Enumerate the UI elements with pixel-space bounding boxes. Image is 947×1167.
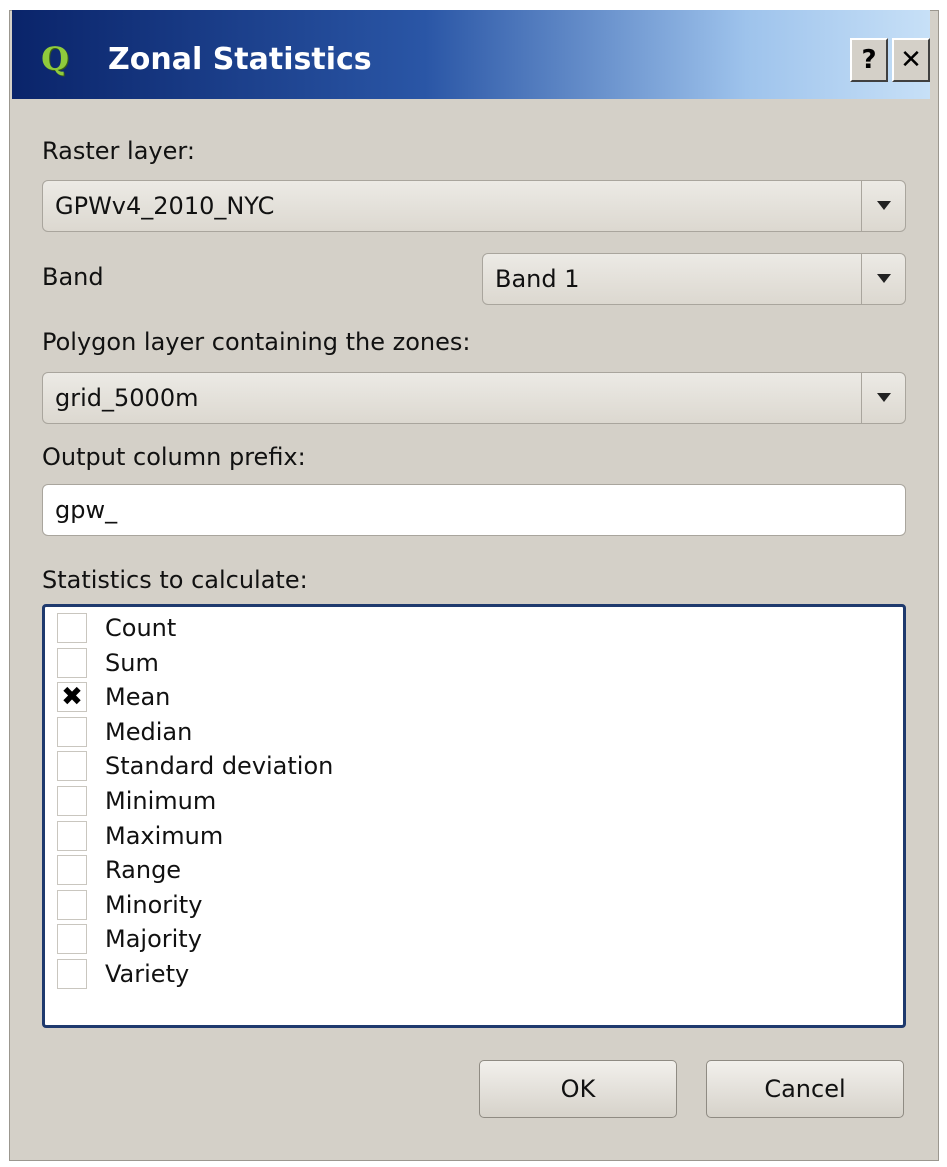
list-item-label: Median (105, 717, 193, 746)
raster-layer-combo[interactable]: GPWv4_2010_NYC (42, 180, 906, 232)
checkbox[interactable] (57, 855, 87, 886)
list-item-median[interactable]: Median (55, 715, 655, 749)
list-item-maximum[interactable]: Maximum (55, 819, 655, 853)
window-title: Zonal Statistics (108, 42, 372, 77)
close-button[interactable]: ✕ (892, 38, 930, 82)
polygon-layer-label: Polygon layer containing the zones: (42, 328, 471, 356)
band-value: Band 1 (495, 265, 580, 293)
list-item-label: Minority (105, 890, 203, 919)
chevron-down-icon[interactable] (861, 254, 905, 304)
list-item-label: Count (105, 614, 177, 642)
checkbox[interactable] (57, 820, 87, 851)
chevron-down-icon[interactable] (861, 181, 905, 231)
checkbox[interactable] (57, 613, 87, 643)
chevron-down-icon[interactable] (861, 373, 905, 423)
list-item-minority[interactable]: Minority (55, 888, 655, 922)
list-item-minimum[interactable]: Minimum (55, 784, 655, 818)
list-item-label: Maximum (105, 821, 224, 850)
list-item-majority[interactable]: Majority (55, 922, 655, 956)
raster-layer-label: Raster layer: (42, 137, 195, 165)
checkbox-checked[interactable]: ✖ (57, 682, 87, 713)
output-prefix-field[interactable] (42, 484, 906, 536)
output-prefix-input[interactable] (55, 493, 875, 527)
list-item-count[interactable]: Count (55, 611, 655, 645)
cancel-button[interactable]: Cancel (706, 1060, 904, 1118)
list-item-label: Sum (105, 648, 159, 677)
checkbox[interactable] (57, 786, 87, 816)
polygon-layer-combo[interactable]: grid_5000m (42, 372, 906, 424)
checkbox[interactable] (57, 716, 87, 747)
statistics-list[interactable]: Count Sum ✖ Mean Median Standard deviati… (42, 604, 906, 1028)
output-prefix-label: Output column prefix: (42, 443, 306, 471)
list-item-label: Minimum (105, 787, 217, 815)
list-item-label: Mean (105, 683, 171, 712)
checkbox[interactable] (57, 647, 87, 678)
raster-layer-value: GPWv4_2010_NYC (55, 192, 275, 220)
list-item-range[interactable]: Range (55, 853, 655, 887)
close-icon: ✕ (900, 45, 922, 75)
band-label: Band (42, 263, 104, 291)
ok-button[interactable]: OK (479, 1060, 677, 1118)
title-bar[interactable]: Q Zonal Statistics ? ✕ (12, 10, 930, 99)
list-item-variety[interactable]: Variety (55, 957, 655, 991)
list-item-label: Range (105, 856, 182, 885)
list-item-sum[interactable]: Sum (55, 646, 655, 680)
list-item-label: Majority (105, 925, 202, 954)
list-item-label: Variety (105, 960, 190, 988)
list-item-mean[interactable]: ✖ Mean (55, 680, 655, 714)
checkbox[interactable] (57, 959, 87, 989)
help-button[interactable]: ? (850, 38, 888, 82)
list-item-label: Standard deviation (105, 752, 334, 781)
checkbox[interactable] (57, 889, 87, 920)
checkbox[interactable] (57, 924, 87, 955)
band-combo[interactable]: Band 1 (482, 253, 906, 305)
statistics-label: Statistics to calculate: (42, 566, 308, 594)
checkbox[interactable] (57, 751, 87, 782)
list-item-standard-deviation[interactable]: Standard deviation (55, 749, 655, 783)
polygon-layer-value: grid_5000m (55, 384, 199, 412)
qgis-q-icon: Q (41, 40, 69, 78)
